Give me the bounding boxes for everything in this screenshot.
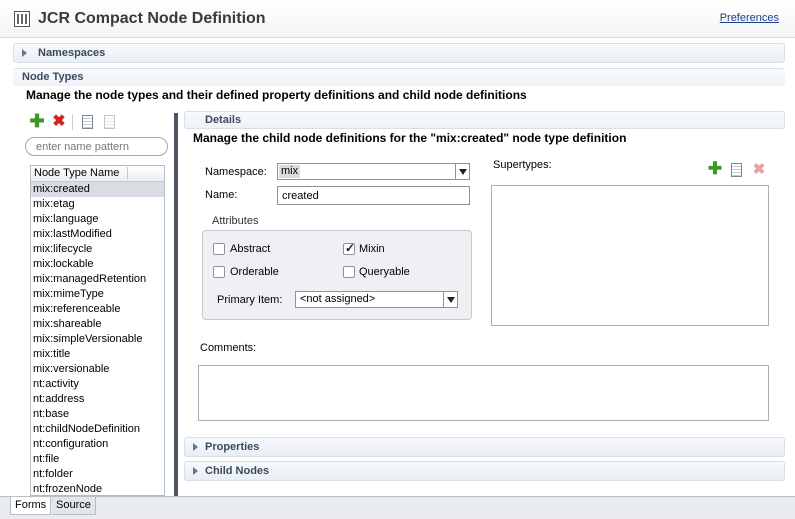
paste-icon[interactable] bbox=[101, 114, 117, 130]
primary-item-select[interactable]: <not assigned> bbox=[295, 291, 458, 308]
orderable-label: Orderable bbox=[230, 266, 279, 278]
editor-tab-strip: Forms Source bbox=[0, 496, 795, 519]
namespaces-section-header[interactable]: Namespaces bbox=[13, 43, 785, 63]
mixin-label: Mixin bbox=[359, 243, 385, 255]
delete-supertype-icon[interactable]: ✖ bbox=[751, 161, 767, 178]
chevron-down-icon[interactable] bbox=[455, 164, 469, 179]
details-section-label: Details bbox=[205, 114, 242, 126]
details-section-header: Details bbox=[184, 111, 785, 129]
table-row[interactable]: mix:shareable bbox=[31, 317, 164, 332]
add-supertype-icon[interactable]: ✚ bbox=[707, 159, 723, 178]
tab-forms[interactable]: Forms bbox=[10, 497, 52, 515]
table-row[interactable]: mix:etag bbox=[31, 197, 164, 212]
table-row[interactable]: nt:frozenNode bbox=[31, 482, 164, 495]
namespace-select[interactable]: mix bbox=[277, 163, 470, 180]
orderable-checkbox[interactable] bbox=[213, 266, 225, 278]
tab-source[interactable]: Source bbox=[52, 497, 96, 515]
attributes-label: Attributes bbox=[212, 215, 259, 227]
table-row[interactable]: mix:lifecycle bbox=[31, 242, 164, 257]
expand-arrow-icon[interactable] bbox=[193, 467, 198, 475]
abstract-checkbox[interactable] bbox=[213, 243, 225, 255]
mixin-checkbox[interactable] bbox=[343, 241, 355, 255]
node-types-description: Manage the node types and their defined … bbox=[26, 88, 527, 102]
table-row[interactable]: mix:versionable bbox=[31, 362, 164, 377]
child-nodes-section-header[interactable]: Child Nodes bbox=[184, 461, 785, 481]
table-row[interactable]: mix:managedRetention bbox=[31, 272, 164, 287]
namespace-value: mix bbox=[279, 165, 301, 178]
comments-label: Comments: bbox=[200, 342, 257, 354]
copy-icon[interactable] bbox=[79, 114, 95, 130]
table-row[interactable]: nt:configuration bbox=[31, 437, 164, 452]
node-type-table[interactable]: Node Type Name mix:created mix:etag mix:la… bbox=[30, 165, 165, 496]
search-input[interactable] bbox=[36, 140, 161, 154]
table-row[interactable]: mix:mimeType bbox=[31, 287, 164, 302]
cnd-editor-icon bbox=[14, 11, 30, 27]
table-row[interactable]: mix:language bbox=[31, 212, 164, 227]
properties-section-header[interactable]: Properties bbox=[184, 437, 785, 457]
queryable-checkbox[interactable] bbox=[343, 266, 355, 278]
abstract-label: Abstract bbox=[230, 243, 271, 255]
primary-item-label: Primary Item: bbox=[217, 294, 283, 306]
name-field[interactable] bbox=[277, 186, 470, 205]
table-row[interactable]: nt:childNodeDefinition bbox=[31, 422, 164, 437]
sash-splitter[interactable] bbox=[174, 113, 178, 496]
primary-item-value: <not assigned> bbox=[300, 293, 376, 305]
child-nodes-section-label: Child Nodes bbox=[205, 465, 270, 477]
queryable-label: Queryable bbox=[359, 266, 410, 278]
page-title: JCR Compact Node Definition bbox=[38, 10, 266, 27]
add-icon[interactable]: ✚ bbox=[29, 111, 45, 131]
supertypes-label: Supertypes: bbox=[493, 159, 552, 171]
preferences-link[interactable]: Preferences bbox=[720, 12, 779, 24]
edit-supertype-icon[interactable] bbox=[728, 162, 744, 178]
toolbar-separator bbox=[72, 114, 73, 130]
node-type-name-column-header[interactable]: Node Type Name bbox=[31, 166, 164, 182]
properties-section-label: Properties bbox=[205, 441, 260, 453]
name-label: Name: bbox=[205, 189, 238, 201]
delete-icon[interactable]: ✖ bbox=[51, 113, 67, 130]
namespaces-section-label: Namespaces bbox=[38, 47, 106, 59]
table-row[interactable]: mix:title bbox=[31, 347, 164, 362]
table-row[interactable]: nt:address bbox=[31, 392, 164, 407]
table-row[interactable]: nt:file bbox=[31, 452, 164, 467]
details-description: Manage the child node definitions for th… bbox=[193, 131, 627, 145]
table-row[interactable]: mix:simpleVersionable bbox=[31, 332, 164, 347]
table-row[interactable]: mix:lastModified bbox=[31, 227, 164, 242]
comments-field[interactable] bbox=[198, 365, 769, 421]
node-types-section-header: Node Types bbox=[13, 68, 785, 86]
supertypes-list[interactable] bbox=[491, 185, 769, 326]
table-row[interactable]: mix:created bbox=[31, 182, 164, 197]
chevron-down-icon[interactable] bbox=[443, 292, 457, 307]
node-type-rows: mix:created mix:etag mix:language mix:lastM… bbox=[31, 182, 164, 495]
table-row[interactable]: nt:activity bbox=[31, 377, 164, 392]
table-row[interactable]: mix:referenceable bbox=[31, 302, 164, 317]
expand-arrow-icon[interactable] bbox=[22, 49, 27, 57]
expand-arrow-icon[interactable] bbox=[193, 443, 198, 451]
table-row[interactable]: mix:lockable bbox=[31, 257, 164, 272]
node-types-section-label: Node Types bbox=[22, 71, 84, 83]
editor-title-bar: JCR Compact Node Definition Preferences bbox=[0, 0, 795, 38]
namespace-label: Namespace: bbox=[205, 166, 267, 178]
search-field[interactable] bbox=[25, 137, 168, 156]
table-row[interactable]: nt:folder bbox=[31, 467, 164, 482]
table-row[interactable]: nt:base bbox=[31, 407, 164, 422]
